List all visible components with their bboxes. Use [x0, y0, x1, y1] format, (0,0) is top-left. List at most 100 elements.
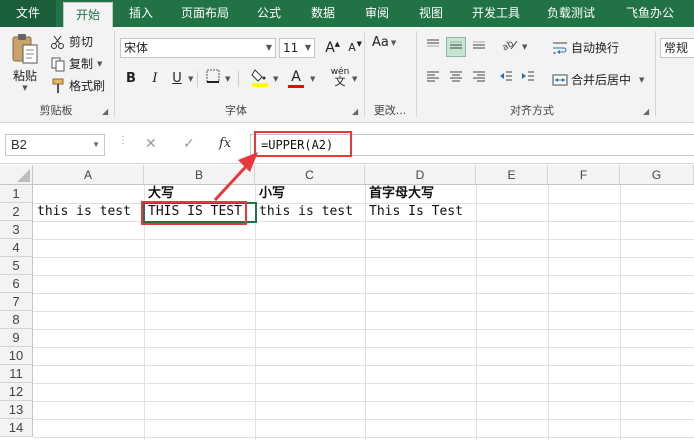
- gridline: [33, 347, 694, 348]
- clipboard-launcher-icon[interactable]: ◢: [102, 107, 108, 116]
- bold-button[interactable]: B: [121, 69, 141, 89]
- row-header-3[interactable]: 3: [0, 221, 33, 239]
- tab-file[interactable]: 文件: [0, 0, 56, 27]
- tab-review[interactable]: 审阅: [354, 0, 400, 27]
- align-bottom-button[interactable]: [469, 37, 489, 57]
- tab-load-test[interactable]: 负载测试: [537, 0, 605, 27]
- enter-icon[interactable]: ✓: [183, 136, 195, 152]
- row-header-13[interactable]: 13: [0, 401, 33, 419]
- row-header-10[interactable]: 10: [0, 347, 33, 365]
- paste-button[interactable]: 粘贴 ▼: [8, 33, 42, 97]
- gridline: [33, 311, 694, 312]
- align-center-button[interactable]: [446, 69, 466, 89]
- align-center-icon: [449, 71, 463, 86]
- font-launcher-icon[interactable]: ◢: [352, 107, 358, 116]
- format-painter-icon: [50, 78, 66, 94]
- cell-c1[interactable]: 小写: [256, 185, 285, 203]
- column-header-c[interactable]: C: [255, 165, 365, 185]
- fill-color-button[interactable]: [250, 67, 270, 87]
- phonetic-guide-button[interactable]: wén 文: [330, 67, 350, 87]
- number-format-select[interactable]: 常规: [660, 38, 694, 58]
- italic-button[interactable]: I: [145, 69, 165, 89]
- alignment-launcher-icon[interactable]: ◢: [643, 107, 649, 116]
- column-header-g[interactable]: G: [620, 165, 694, 185]
- gridline: [33, 419, 694, 420]
- row-header-12[interactable]: 12: [0, 383, 33, 401]
- align-right-button[interactable]: [469, 69, 489, 89]
- row-header-9[interactable]: 9: [0, 329, 33, 347]
- select-all-corner[interactable]: [0, 165, 33, 185]
- tab-feiyu-office[interactable]: 飞鱼办公: [612, 0, 688, 27]
- borders-dropdown-icon[interactable]: ▼: [225, 75, 230, 83]
- phonetic-dropdown-icon[interactable]: ▼: [352, 75, 357, 83]
- row-header-6[interactable]: 6: [0, 275, 33, 293]
- row-header-5[interactable]: 5: [0, 257, 33, 275]
- cell-c2[interactable]: this is test: [256, 203, 353, 221]
- cell-a2[interactable]: this is test: [34, 203, 131, 221]
- column-header-f[interactable]: F: [548, 165, 620, 185]
- font-size-select[interactable]: 11 ▼: [279, 38, 315, 58]
- align-left-button[interactable]: [423, 69, 443, 89]
- font-name-select[interactable]: 宋体 ▼: [120, 38, 276, 58]
- font-color-button[interactable]: A: [286, 67, 306, 88]
- row-header-1[interactable]: 1: [0, 185, 33, 203]
- ribbon-tab-bar: 文件 开始 插入 页面布局 公式 数据 审阅 视图 开发工具 负载测试 飞鱼办公: [0, 0, 694, 27]
- row-header-7[interactable]: 7: [0, 293, 33, 311]
- column-header-d[interactable]: D: [365, 165, 476, 185]
- grow-font-icon: A: [325, 40, 335, 56]
- tab-home[interactable]: 开始: [63, 2, 113, 27]
- row-header-11[interactable]: 11: [0, 365, 33, 383]
- cell-d1[interactable]: 首字母大写: [366, 185, 434, 203]
- gridline: [33, 329, 694, 330]
- orientation-button[interactable]: ab: [500, 37, 520, 57]
- column-header-a[interactable]: A: [33, 165, 144, 185]
- row-header-8[interactable]: 8: [0, 311, 33, 329]
- paste-dropdown-icon: ▼: [22, 84, 28, 92]
- underline-button[interactable]: U: [167, 69, 187, 89]
- toolbar-divider: [197, 71, 198, 87]
- row-header-2[interactable]: 2: [0, 203, 33, 221]
- tab-page-layout[interactable]: 页面布局: [172, 0, 238, 27]
- wrap-text-button[interactable]: 自动换行: [552, 39, 619, 56]
- shrink-font-button[interactable]: A ▼: [342, 38, 362, 58]
- orientation-dropdown-icon[interactable]: ▼: [522, 43, 527, 51]
- cut-button[interactable]: 剪切: [50, 33, 93, 50]
- copy-button[interactable]: 复制 ▼: [50, 55, 102, 72]
- merge-center-button[interactable]: 合并后居中 ▼: [552, 71, 644, 88]
- gridline: [33, 383, 694, 384]
- column-header-e[interactable]: E: [476, 165, 548, 185]
- cut-label: 剪切: [69, 35, 94, 49]
- grow-font-button[interactable]: A ▲: [320, 38, 340, 58]
- increase-indent-button[interactable]: [518, 69, 538, 89]
- chevron-down-icon: ▼: [639, 75, 645, 84]
- format-painter-button[interactable]: 格式刷: [50, 77, 105, 94]
- alignment-group-label: 对齐方式: [510, 104, 554, 117]
- align-middle-button[interactable]: [446, 37, 466, 57]
- row-header-14[interactable]: 14: [0, 419, 33, 437]
- gridline: [33, 257, 694, 258]
- borders-button[interactable]: [203, 69, 223, 89]
- change-group-label: 更改...: [373, 104, 407, 117]
- decrease-indent-button[interactable]: [496, 69, 516, 89]
- font-color-dropdown-icon[interactable]: ▼: [310, 75, 315, 83]
- chevron-down-icon: ▼: [265, 43, 272, 52]
- worksheet-grid[interactable]: A B C D E F G 1 2 3 4 5 6 7 8 9 10 11 12…: [0, 165, 694, 440]
- row-header-4[interactable]: 4: [0, 239, 33, 257]
- tab-view[interactable]: 视图: [408, 0, 454, 27]
- name-box[interactable]: B2 ▼: [5, 134, 105, 156]
- underline-dropdown-icon[interactable]: ▼: [188, 75, 193, 83]
- tab-insert[interactable]: 插入: [118, 0, 164, 27]
- tab-developer[interactable]: 开发工具: [463, 0, 529, 27]
- cell-d2[interactable]: This Is Test: [366, 203, 463, 221]
- insert-function-icon[interactable]: fx: [219, 136, 231, 151]
- align-top-button[interactable]: [423, 37, 443, 57]
- fill-color-dropdown-icon[interactable]: ▼: [273, 75, 278, 83]
- tab-formulas[interactable]: 公式: [246, 0, 292, 27]
- align-left-icon: [426, 71, 440, 86]
- cancel-icon[interactable]: ✕: [145, 136, 157, 152]
- change-case-button[interactable]: Aa ▼: [372, 35, 396, 50]
- tab-data[interactable]: 数据: [300, 0, 346, 27]
- chevron-down-icon: ▼: [92, 140, 100, 149]
- column-header-b[interactable]: B: [144, 165, 255, 185]
- drag-handle-icon[interactable]: ⋮: [118, 136, 128, 146]
